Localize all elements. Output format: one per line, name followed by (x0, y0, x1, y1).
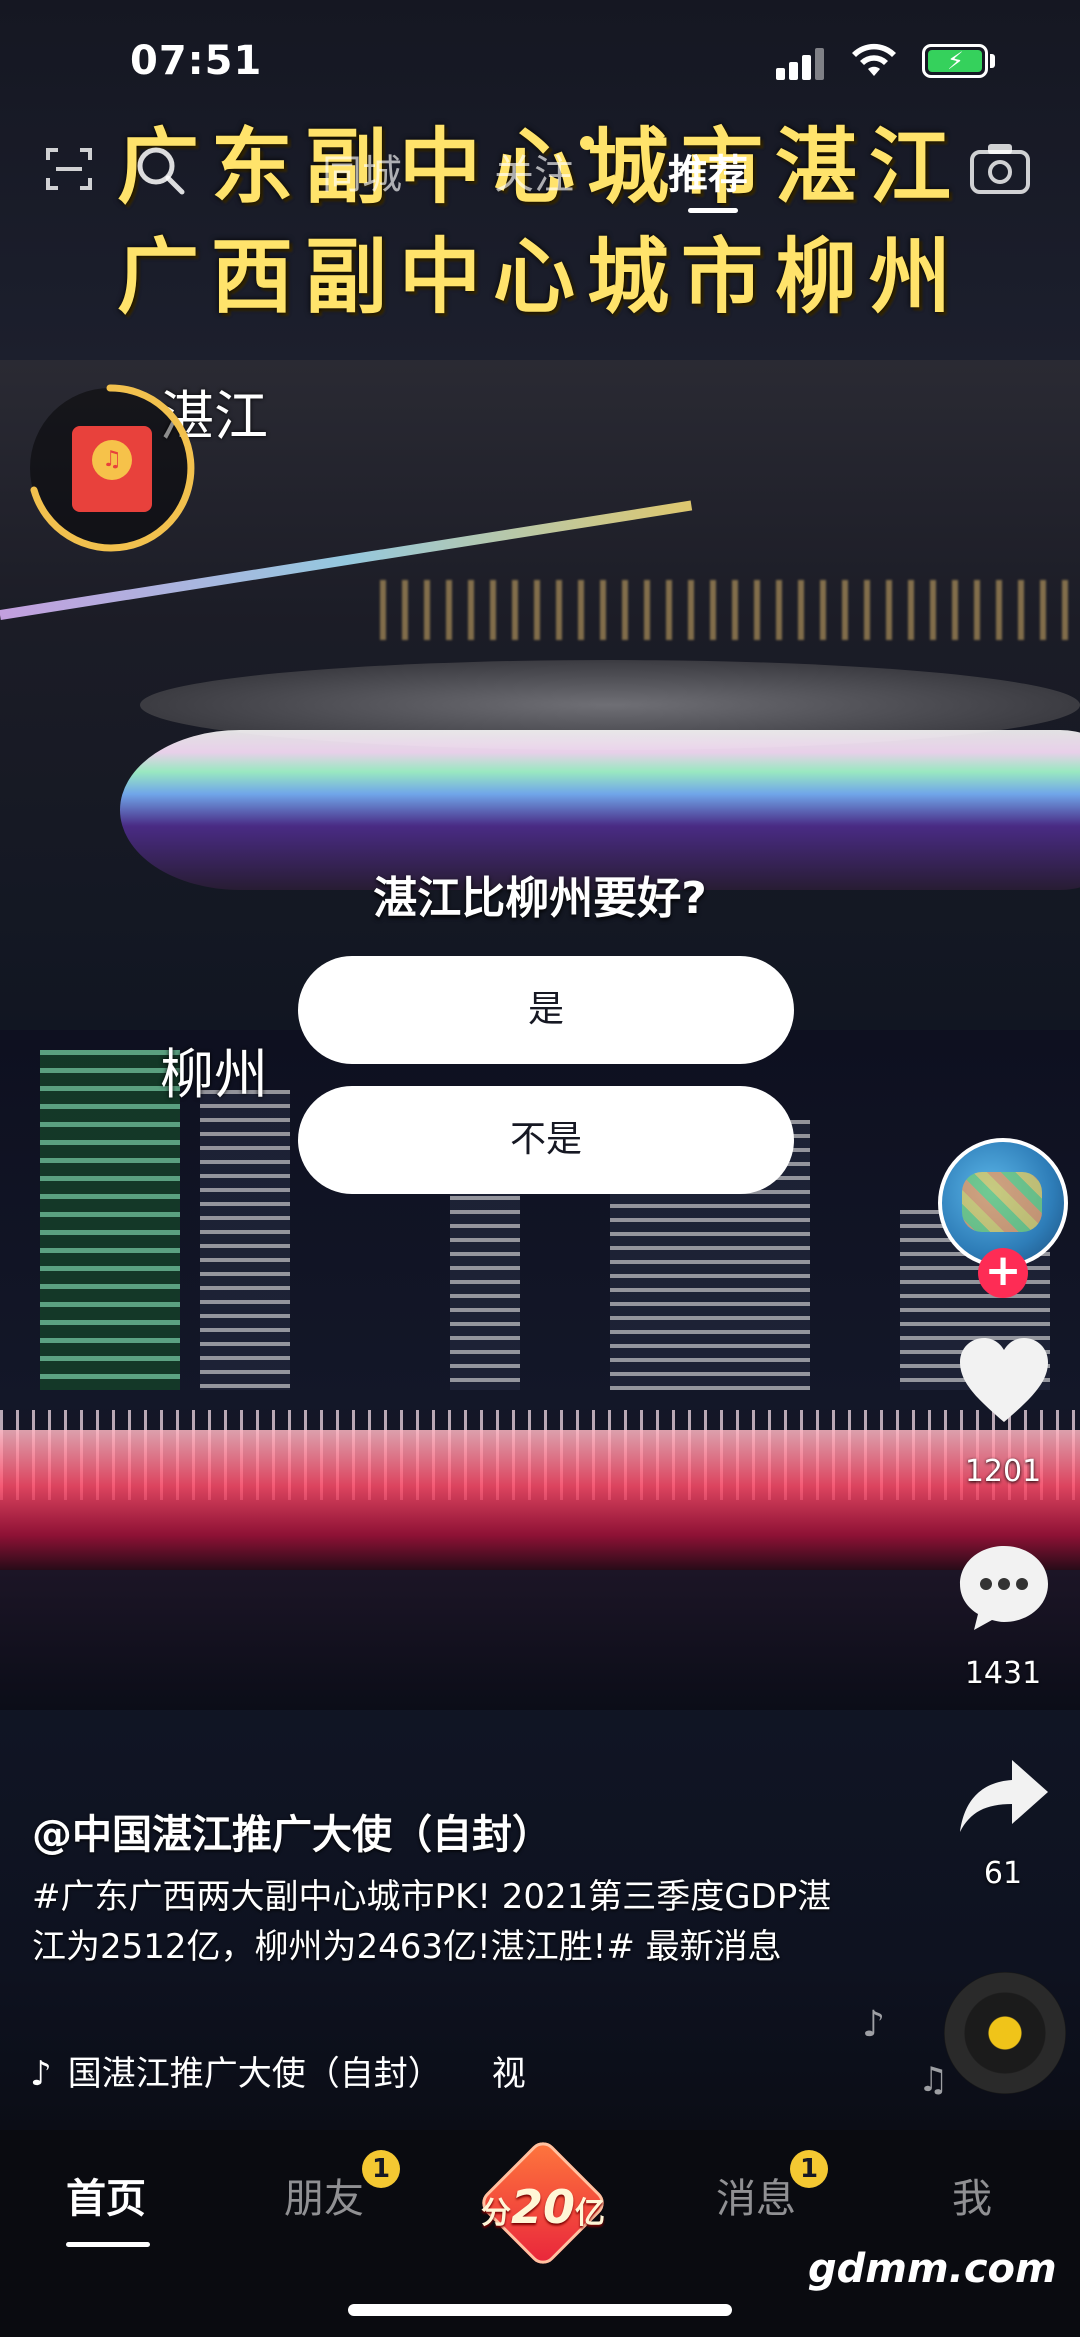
active-tab-indicator (688, 208, 738, 213)
tab-tongcheng[interactable]: 同城 (322, 142, 402, 200)
promo-text: 分20亿 (480, 2180, 605, 2234)
floating-note-icon: ♫ (918, 2060, 949, 2100)
music-row[interactable]: ♪ 国湛江推广大使（自封） 视 (30, 2046, 526, 2095)
wifi-icon (852, 43, 896, 76)
battery-tip (990, 54, 995, 68)
floating-note-icon: ♪ (862, 2004, 885, 2045)
poll-option-no[interactable]: 不是 (298, 1086, 794, 1194)
red-packet-icon: ♫ (72, 426, 152, 512)
messages-badge: 1 (790, 2150, 828, 2188)
comment-count: 1431 (964, 1656, 1042, 1691)
avatar-map-image (962, 1172, 1042, 1232)
music-title-extra: 视 (491, 2054, 526, 2094)
fountain-lights (0, 1430, 1080, 1570)
following-update-dot (580, 136, 594, 150)
follow-plus-button[interactable]: + (978, 1248, 1028, 1298)
center-promo-button[interactable]: 分20亿 (474, 2136, 612, 2274)
like-count: 1201 (964, 1454, 1042, 1489)
charging-bolt-icon: ⚡ (947, 47, 964, 75)
home-indicator[interactable] (348, 2304, 732, 2316)
nav-home[interactable]: 首页 (66, 2166, 146, 2224)
search-icon[interactable] (132, 142, 188, 198)
music-title: 国湛江推广大使（自封） (67, 2054, 442, 2094)
music-disc-button[interactable] (944, 1972, 1066, 2094)
status-bar: 07:51 ⚡ (0, 0, 1080, 120)
watermark: gdmm.com (808, 2246, 1057, 2292)
status-time: 07:51 (130, 38, 263, 84)
share-count: 61 (983, 1856, 1023, 1891)
scan-icon[interactable] (44, 144, 94, 194)
nav-active-indicator (66, 2242, 150, 2247)
building (40, 1050, 180, 1390)
building (200, 1090, 290, 1390)
top-nav: 同城 关注 推荐 (0, 128, 1080, 218)
battery-icon: ⚡ (922, 44, 988, 78)
author-name[interactable]: @中国湛江推广大使（自封） (32, 1802, 552, 1860)
share-arrow-icon[interactable] (956, 1756, 1052, 1836)
red-packet-widget[interactable]: ♫ (24, 382, 196, 554)
poll-option-yes[interactable]: 是 (298, 956, 794, 1064)
music-coin-icon: ♫ (92, 440, 132, 480)
camera-icon[interactable] (968, 140, 1032, 196)
cellular-signal-icon (776, 46, 826, 80)
tiktok-note-icon: ♪ (30, 2054, 52, 2094)
river-water (0, 1570, 1080, 1710)
like-heart-icon[interactable] (956, 1336, 1052, 1426)
nav-me[interactable]: 我 (952, 2166, 992, 2224)
tab-guanzhu[interactable]: 关注 (494, 142, 574, 200)
scene-label-bottom: 柳州 (160, 1043, 268, 1106)
tab-tuijian[interactable]: 推荐 (668, 142, 748, 200)
video-caption-line2: 广西副中心城市柳州 (116, 229, 963, 325)
nav-messages[interactable]: 消息 (716, 2166, 796, 2224)
friends-badge: 1 (362, 2150, 400, 2188)
video-description[interactable]: #广东广西两大副中心城市PK! 2021第三季度GDP湛江为2512亿，柳州为2… (32, 1872, 832, 1972)
nav-friends[interactable]: 朋友 (284, 2166, 364, 2224)
comment-icon[interactable] (956, 1542, 1052, 1634)
city-lights (380, 580, 1080, 640)
tiktok-video-screen[interactable]: 广东副中心城市湛江 广西副中心城市柳州 07:51 ⚡ 同城 关注 推荐 湛江 … (0, 0, 1080, 2337)
poll-question: 湛江比柳州要好? (373, 873, 707, 924)
